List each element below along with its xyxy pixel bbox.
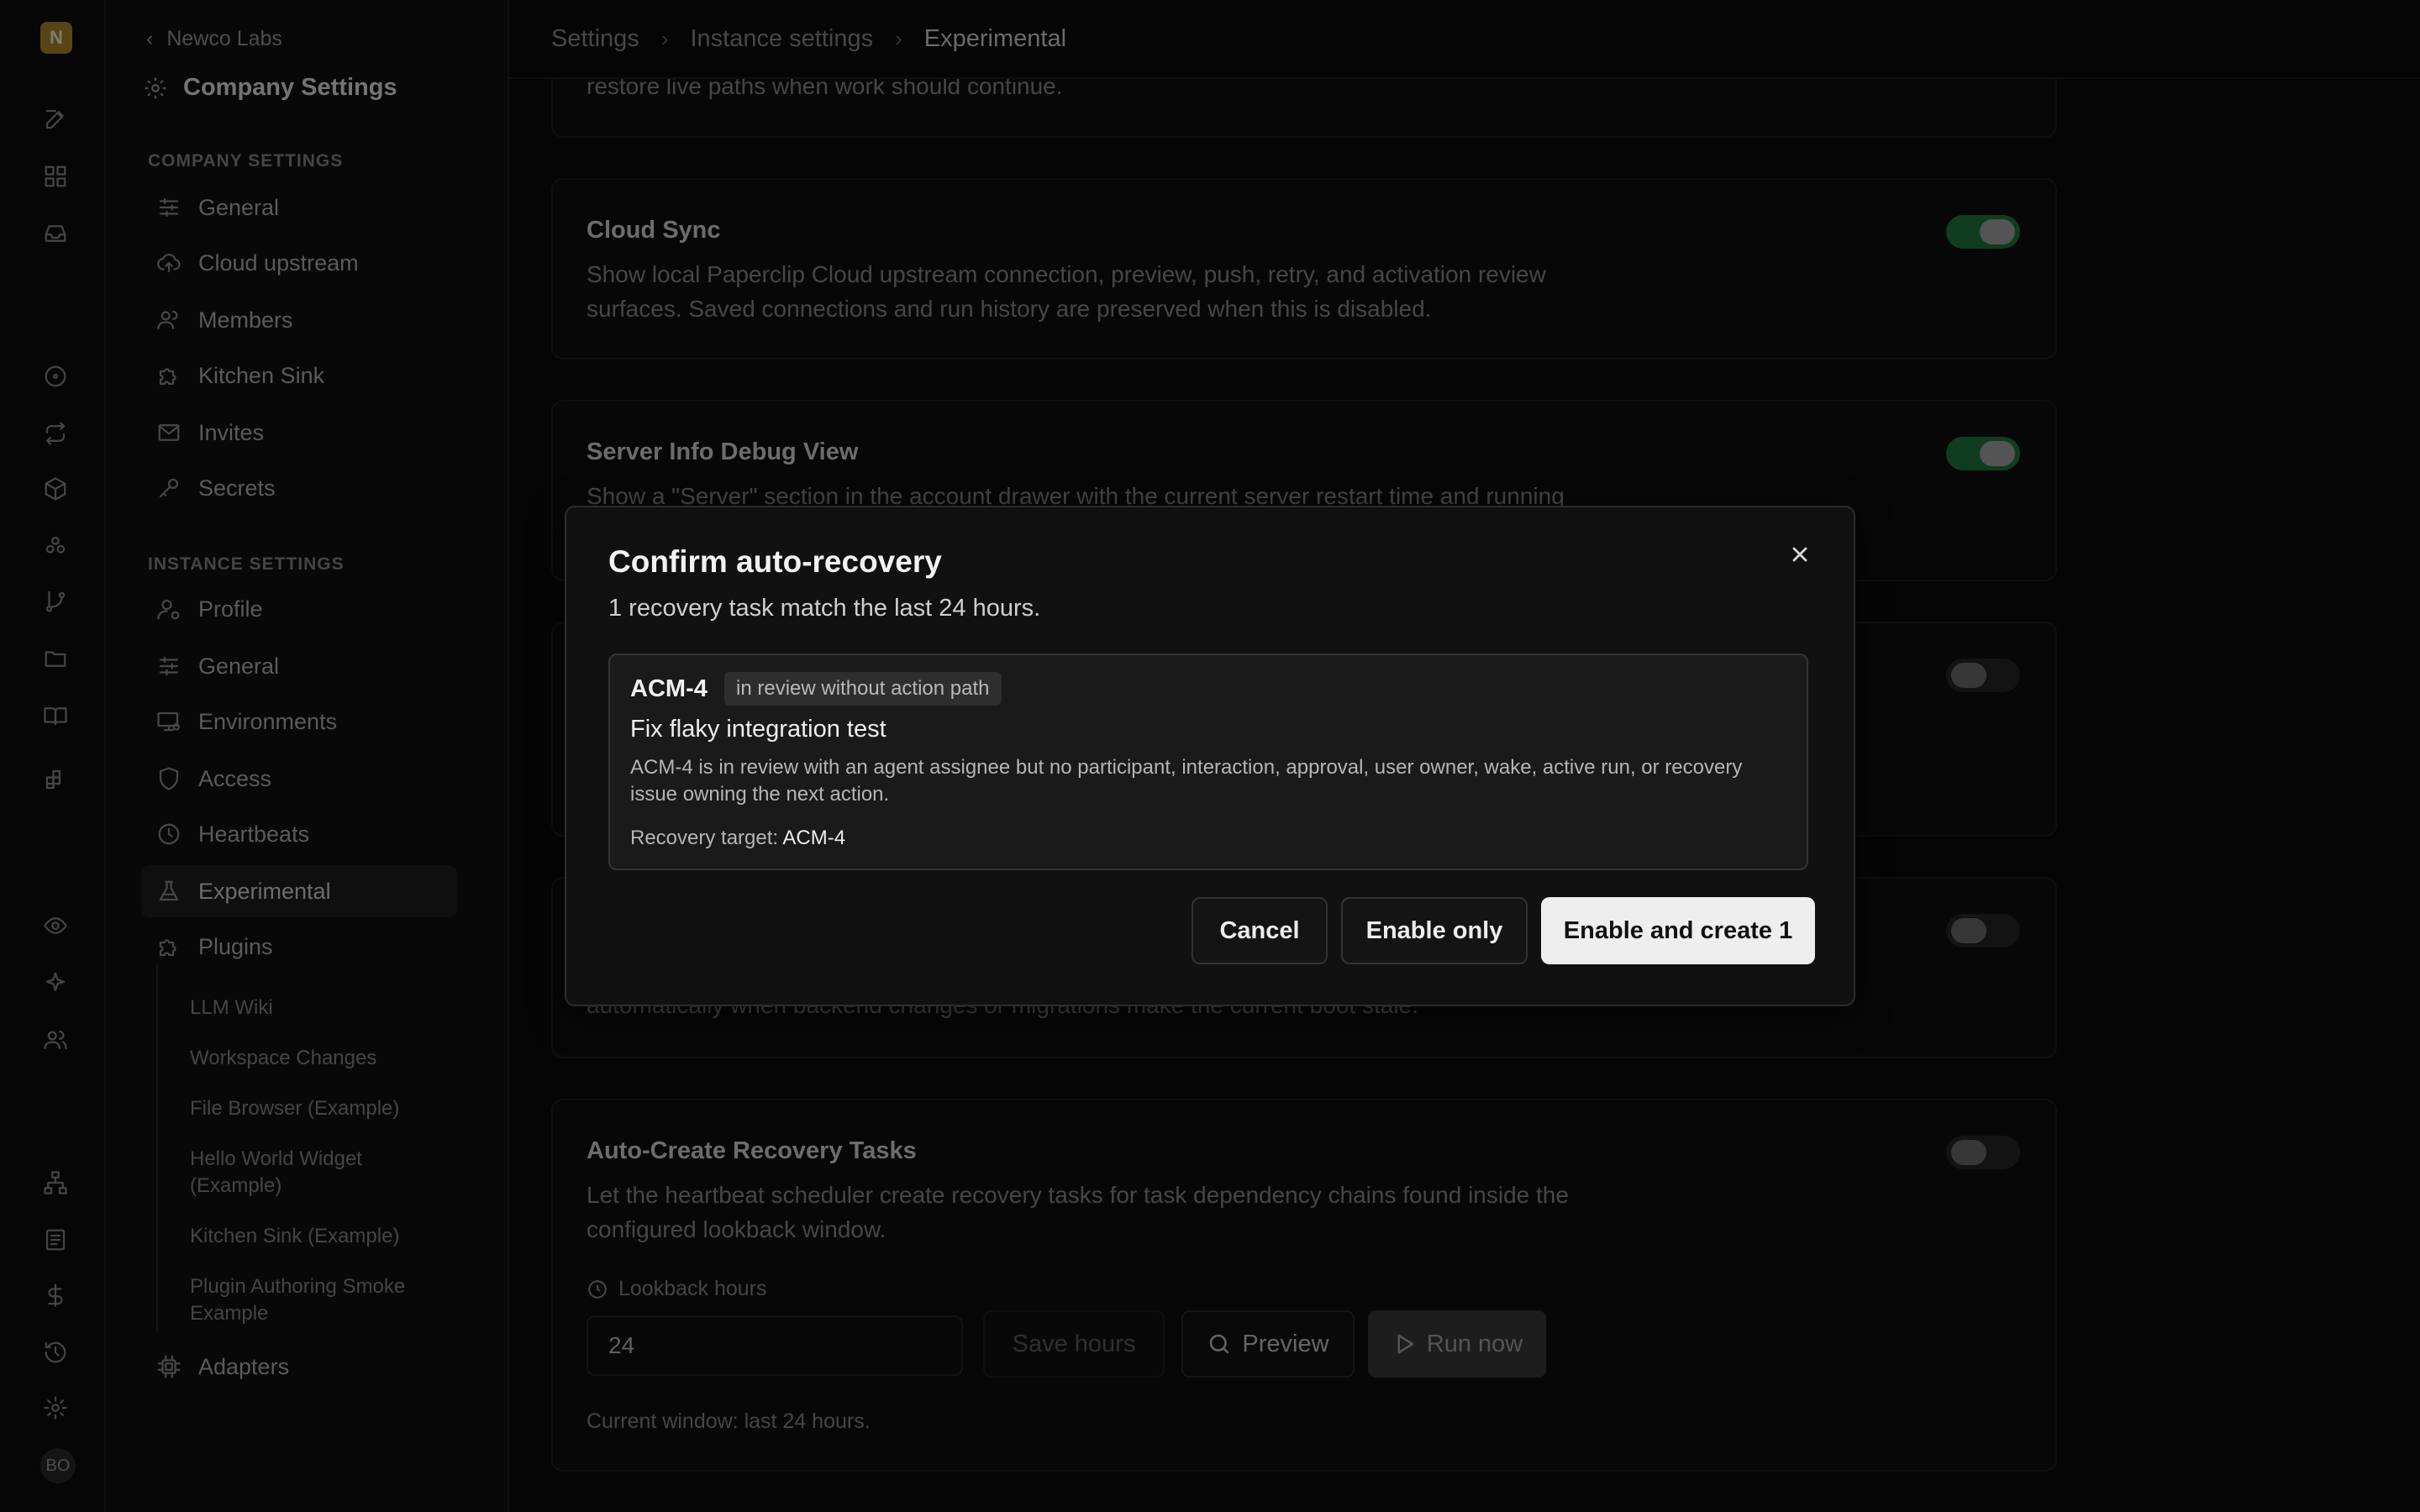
task-status-badge: in review without action path [724, 672, 1002, 706]
close-icon[interactable] [1785, 539, 1815, 570]
dialog-subtitle: 1 recovery task match the last 24 hours. [608, 595, 1041, 622]
task-description: ACM-4 is in review with an agent assigne… [630, 756, 1743, 806]
task-id: ACM-4 [630, 675, 708, 702]
recovery-target-label: Recovery target: [630, 827, 779, 849]
dialog-title: Confirm auto-recovery [608, 544, 942, 579]
cancel-button[interactable]: Cancel [1192, 897, 1328, 964]
enable-only-button[interactable]: Enable only [1341, 897, 1528, 964]
confirm-auto-recovery-dialog: Confirm auto-recovery 1 recovery task ma… [565, 506, 1855, 1006]
recovery-target-value: ACM-4 [782, 827, 846, 849]
enable-and-create-button[interactable]: Enable and create 1 [1541, 897, 1815, 964]
recovery-task-card: ACM-4 in review without action path Fix … [608, 654, 1808, 870]
recovery-target: Recovery target: ACM-4 [630, 827, 845, 850]
task-title: Fix flaky integration test [630, 716, 886, 743]
